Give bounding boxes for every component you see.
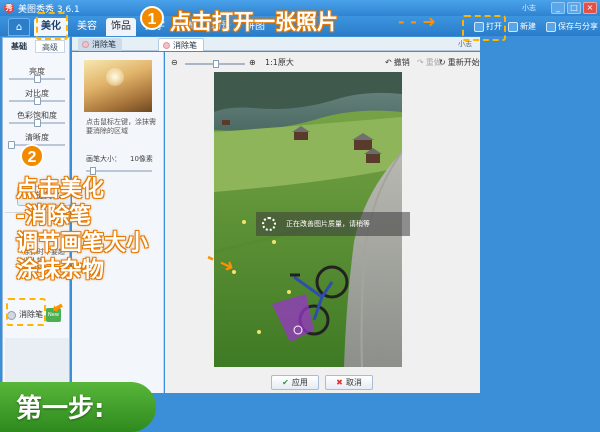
minimize-button[interactable]: _ xyxy=(551,2,565,14)
highlight-open-button xyxy=(462,15,506,41)
sidebar-thumbnail-area xyxy=(5,338,69,388)
save-label: 保存与分享 xyxy=(558,22,598,31)
slider-handle[interactable] xyxy=(33,75,41,83)
maximize-button[interactable]: □ xyxy=(567,2,581,14)
saturation-slider[interactable] xyxy=(9,119,65,127)
subtab-advanced[interactable]: 高级 xyxy=(35,40,65,53)
zoom-out-button[interactable]: ⊖ xyxy=(171,58,178,68)
cancel-label: 取消 xyxy=(345,378,362,387)
new-label: 新建 xyxy=(520,22,536,31)
highlight-eraser-item xyxy=(6,298,46,326)
cancel-button[interactable]: ✖ 取消 xyxy=(325,375,373,390)
caption-line: 调节画笔大小 xyxy=(16,231,149,256)
slider-handle[interactable] xyxy=(33,97,41,105)
save-icon xyxy=(546,22,556,32)
original-size-button[interactable]: 1:1原大 xyxy=(265,58,294,68)
brush-size-handle[interactable] xyxy=(89,167,96,175)
close-button[interactable]: × xyxy=(583,2,597,14)
step-2-badge: 2 xyxy=(20,144,44,168)
brightness-slider[interactable] xyxy=(9,75,65,83)
user-label[interactable]: 小志 xyxy=(522,3,536,13)
eraser-icon xyxy=(82,41,89,48)
caption-line: -消除笔 xyxy=(16,204,92,229)
new-button[interactable]: 新建 xyxy=(508,20,536,34)
arrow-right-icon: - - ➜ xyxy=(398,12,436,31)
redo-icon: ↷ xyxy=(417,58,424,67)
panel-tab-label: 消除笔 xyxy=(173,41,197,50)
tab-face[interactable]: 美容 xyxy=(72,18,102,36)
brush-size-label: 画笔大小： xyxy=(86,155,121,163)
eraser-hint: 点击鼠标左键，涂抹需要消除的区域 xyxy=(86,118,156,135)
loading-spinner-icon xyxy=(262,217,276,231)
processing-toast: 正在改善图片质量，请稍等 xyxy=(256,212,410,236)
step-banner-text: 第一步: xyxy=(16,394,105,424)
app-logo-icon: 秀 xyxy=(4,3,14,13)
example-preview-image xyxy=(84,60,152,112)
apply-button[interactable]: ✔ 应用 xyxy=(271,375,319,390)
check-icon: ✔ xyxy=(282,378,289,387)
caption-line: 涂抹杂物 xyxy=(16,258,105,283)
redo-button[interactable]: ↷ 重做 xyxy=(417,58,442,68)
eraser-icon xyxy=(163,42,170,49)
plus-icon xyxy=(508,22,518,32)
step-2-caption: 点击美化 -消除笔 调节画笔大小 涂抹杂物 xyxy=(16,176,148,284)
contrast-slider[interactable] xyxy=(9,97,65,105)
refresh-icon: ↻ xyxy=(439,58,446,67)
tab-decorations[interactable]: 饰品 xyxy=(106,18,136,36)
brush-size-value: 10像素 xyxy=(130,155,153,163)
restart-button[interactable]: ↻ 重新开始 xyxy=(439,58,480,68)
panel-tab-eraser[interactable]: 消除笔 xyxy=(78,38,122,51)
step-1-badge: 1 xyxy=(140,6,164,30)
zoom-slider[interactable] xyxy=(185,60,245,68)
panel-tab-strip: 消除笔 消除笔 小志 xyxy=(72,37,480,51)
tab-home[interactable]: ⌂ xyxy=(8,18,30,36)
zoom-handle[interactable] xyxy=(213,60,219,68)
undo-icon: ↶ xyxy=(385,58,392,67)
panel-tab-eraser-active[interactable]: 消除笔 xyxy=(158,38,204,51)
undo-label: 撤销 xyxy=(393,58,410,67)
caption-line: 点击美化 xyxy=(16,177,105,202)
panel-tab-label: 消除笔 xyxy=(92,40,116,49)
slider-handle[interactable] xyxy=(33,119,41,127)
highlight-beautify-tab xyxy=(36,12,68,40)
save-share-button[interactable]: 保存与分享 xyxy=(546,20,598,34)
zoom-in-button[interactable]: ⊕ xyxy=(249,58,256,68)
window-controls: _ □ × xyxy=(551,2,597,14)
step-1-caption: 点击打开一张照片 xyxy=(170,10,338,34)
apply-label: 应用 xyxy=(291,378,308,387)
sun-glow xyxy=(106,68,124,86)
subtab-basic[interactable]: 基础 xyxy=(5,40,33,53)
brush-size-slider[interactable] xyxy=(86,167,152,175)
cancel-icon: ✖ xyxy=(336,378,343,387)
undo-button[interactable]: ↶ 撤销 xyxy=(385,58,410,68)
slider-handle[interactable] xyxy=(8,141,16,149)
restart-label: 重新开始 xyxy=(447,58,480,67)
